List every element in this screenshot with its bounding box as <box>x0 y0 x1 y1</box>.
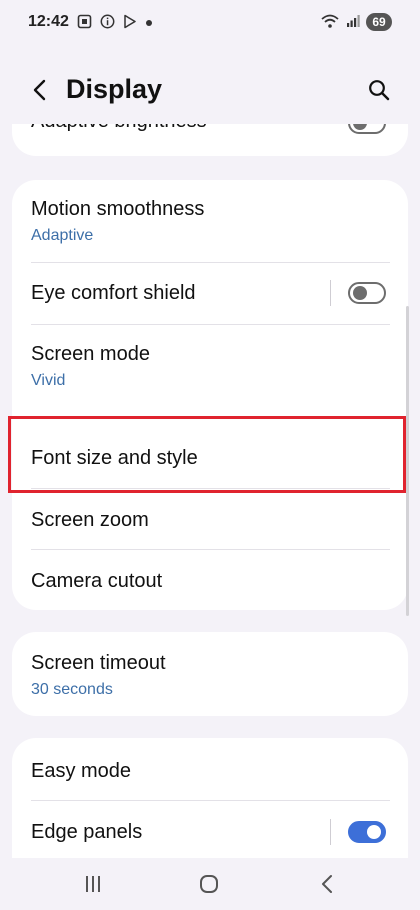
battery-indicator: 69 <box>366 13 392 31</box>
screenshot-icon <box>77 14 92 31</box>
setting-title: Camera cutout <box>31 570 163 592</box>
back-arrow-icon <box>33 79 46 101</box>
navigation-bar <box>0 858 420 910</box>
app-bar: Display <box>0 60 420 120</box>
setting-value: Adaptive <box>31 227 94 244</box>
toggle-knob <box>353 286 367 300</box>
back-nav-icon <box>322 875 332 893</box>
status-right: 69 <box>320 13 392 31</box>
status-bar: 12:42 69 <box>0 0 420 44</box>
signal-icon <box>346 14 360 30</box>
setting-edge-panels[interactable]: Edge panels <box>12 801 408 858</box>
page-title: Display <box>66 74 163 104</box>
setting-title: Screen timeout <box>31 652 166 674</box>
setting-value: 30 seconds <box>31 681 113 698</box>
recent-apps-button[interactable] <box>80 872 106 896</box>
wifi-icon <box>320 13 340 31</box>
eye-comfort-toggle[interactable] <box>348 282 386 304</box>
status-left: 12:42 <box>28 13 153 31</box>
card-modes: Easy mode Edge panels <box>12 738 408 858</box>
back-button[interactable] <box>26 76 54 104</box>
vertical-separator <box>330 280 331 306</box>
info-icon <box>100 14 115 31</box>
scrollbar[interactable] <box>406 306 409 616</box>
setting-title: Motion smoothness <box>31 198 205 220</box>
setting-screen-mode[interactable]: Screen mode Vivid <box>12 325 408 407</box>
toggle-knob <box>367 825 381 839</box>
card-brightness: Adaptive brightness <box>12 124 408 156</box>
recent-apps-icon <box>86 876 100 892</box>
setting-motion-smoothness[interactable]: Motion smoothness Adaptive <box>12 180 408 262</box>
setting-easy-mode[interactable]: Easy mode <box>12 738 408 800</box>
adaptive-brightness-toggle[interactable] <box>348 124 386 134</box>
card-screen-timeout: Screen timeout 30 seconds <box>12 632 408 716</box>
setting-title: Easy mode <box>31 760 132 782</box>
highlight-annotation <box>8 416 406 493</box>
card-display-options: Motion smoothness Adaptive Eye comfort s… <box>12 180 408 610</box>
status-time: 12:42 <box>28 13 69 30</box>
home-icon <box>200 875 218 893</box>
setting-value: Vivid <box>31 372 66 389</box>
dot-icon <box>145 15 153 29</box>
setting-title: Screen zoom <box>31 509 149 531</box>
setting-adaptive-brightness[interactable]: Adaptive brightness <box>12 124 408 156</box>
setting-eye-comfort-shield[interactable]: Eye comfort shield <box>12 263 408 324</box>
edge-panels-toggle[interactable] <box>348 821 386 843</box>
search-icon <box>369 80 390 101</box>
back-nav-button[interactable] <box>314 872 340 896</box>
setting-screen-zoom[interactable]: Screen zoom <box>12 489 408 549</box>
home-button[interactable] <box>196 872 222 896</box>
setting-screen-timeout[interactable]: Screen timeout 30 seconds <box>12 632 408 716</box>
vertical-separator <box>330 819 331 845</box>
play-store-icon <box>123 14 137 31</box>
setting-title: Screen mode <box>31 343 150 365</box>
toggle-knob <box>353 124 367 130</box>
search-button[interactable] <box>364 75 394 105</box>
setting-camera-cutout[interactable]: Camera cutout <box>12 550 408 610</box>
